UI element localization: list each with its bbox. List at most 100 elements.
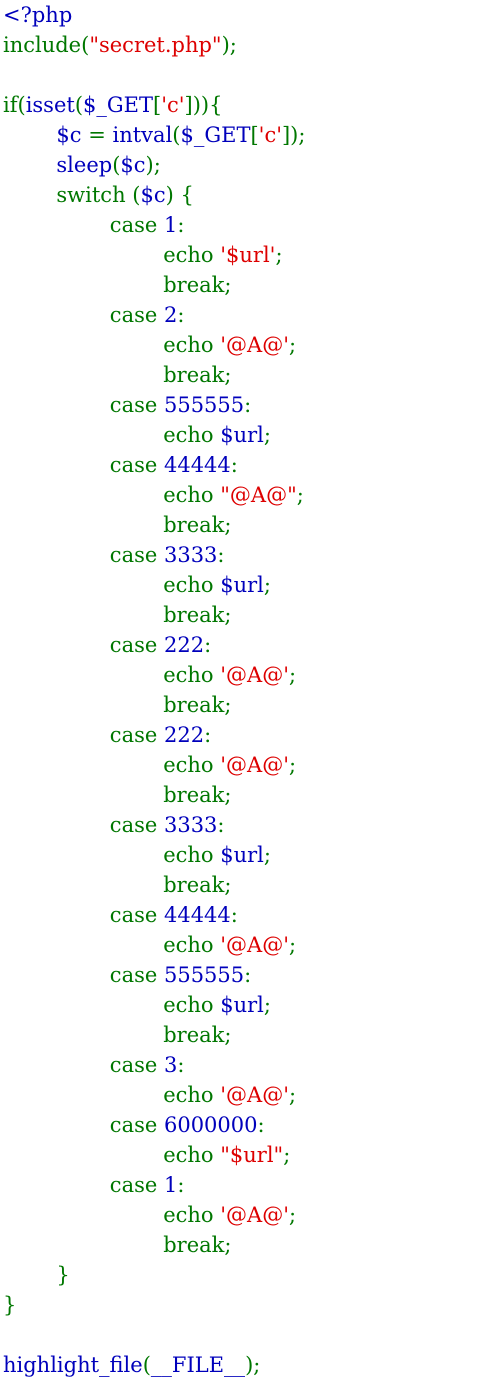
code-token-keyword: ; xyxy=(263,423,271,447)
code-line: echo $url; xyxy=(3,840,305,870)
code-token-keyword: : xyxy=(177,213,185,237)
code-token-string: '@A@' xyxy=(220,333,289,357)
code-line: break; xyxy=(3,510,305,540)
code-token-keyword: break; xyxy=(3,873,232,897)
code-line: echo $url; xyxy=(3,420,305,450)
code-line: echo '@A@'; xyxy=(3,750,305,780)
code-token-variable: 1 xyxy=(163,213,178,237)
code-token-variable: isset xyxy=(25,93,75,117)
code-token-keyword: ; xyxy=(263,573,271,597)
code-line: sleep($c); xyxy=(3,150,305,180)
code-token-keyword: : xyxy=(230,903,238,927)
code-token-keyword: case xyxy=(3,813,164,837)
code-line: echo '@A@'; xyxy=(3,930,305,960)
code-token-variable: intval xyxy=(112,123,173,147)
code-token-keyword: break; xyxy=(3,363,232,387)
highlighted-source-code: <?php include("secret.php"); if(isset($_GE… xyxy=(3,0,305,1380)
code-token-keyword: ; xyxy=(288,753,297,777)
code-line: break; xyxy=(3,600,305,630)
code-token-keyword: case xyxy=(3,963,164,987)
code-line: case 3333: xyxy=(3,540,305,570)
code-token-keyword: ; xyxy=(263,843,271,867)
code-token-keyword: break; xyxy=(3,1023,232,1047)
code-line: case 2: xyxy=(3,300,305,330)
code-token-keyword: if( xyxy=(3,93,26,117)
code-token-keyword: ( xyxy=(74,93,84,117)
code-token-keyword: : xyxy=(244,393,252,417)
code-token-variable: __FILE__ xyxy=(150,1353,246,1377)
code-token-keyword: : xyxy=(244,963,252,987)
code-token-string: 'c' xyxy=(258,123,282,147)
code-token-variable: 555555 xyxy=(163,963,245,987)
code-token-keyword: break; xyxy=(3,513,232,537)
code-token-keyword: echo xyxy=(3,1083,221,1107)
code-line: echo "$url"; xyxy=(3,1140,305,1170)
code-token-keyword: case xyxy=(3,303,164,327)
code-token-keyword: case xyxy=(3,1113,164,1137)
code-token-string: '@A@' xyxy=(220,1203,289,1227)
code-line: case 44444: xyxy=(3,450,305,480)
code-token-keyword: [ xyxy=(250,123,259,147)
code-token-string: '@A@' xyxy=(220,933,289,957)
code-line: echo $url; xyxy=(3,990,305,1020)
code-token-string: '@A@' xyxy=(220,663,289,687)
code-line: echo '$url'; xyxy=(3,240,305,270)
code-line: echo '@A@'; xyxy=(3,330,305,360)
code-token-keyword: ); xyxy=(145,153,161,177)
code-token-variable: 222 xyxy=(163,723,205,747)
code-token-keyword: ; xyxy=(296,483,304,507)
code-token-keyword: echo xyxy=(3,1203,221,1227)
code-token-keyword: ; xyxy=(288,663,297,687)
code-token-string: 'c' xyxy=(161,93,185,117)
code-token-variable: 555555 xyxy=(163,393,245,417)
code-line: break; xyxy=(3,1230,305,1260)
code-token-keyword: case xyxy=(3,723,164,747)
code-token-keyword: ( xyxy=(142,1353,151,1377)
code-line: case 3: xyxy=(3,1050,305,1080)
code-token-keyword: ; xyxy=(288,1083,297,1107)
code-token-keyword: ])){ xyxy=(184,93,223,117)
code-token-variable: 3333 xyxy=(163,813,218,837)
code-token-string: "@A@" xyxy=(220,483,297,507)
code-line: case 1: xyxy=(3,210,305,240)
code-line: break; xyxy=(3,360,305,390)
code-token-keyword: ; xyxy=(288,933,297,957)
code-token-variable: $url xyxy=(220,843,264,867)
code-token-keyword: switch xyxy=(3,183,133,207)
code-token-keyword: echo xyxy=(3,663,221,687)
code-token-keyword xyxy=(3,123,56,147)
code-line: } xyxy=(3,1290,305,1320)
code-token-keyword: : xyxy=(177,1053,185,1077)
code-token-string: '@A@' xyxy=(220,1083,289,1107)
code-token-variable: $c xyxy=(120,153,146,177)
code-token-keyword: ) { xyxy=(165,183,194,207)
code-token-variable: $c xyxy=(140,183,166,207)
code-line: case 1: xyxy=(3,1170,305,1200)
code-token-variable: sleep xyxy=(56,153,113,177)
code-token-variable: 6000000 xyxy=(163,1113,258,1137)
code-token-keyword: : xyxy=(204,633,212,657)
code-token-keyword: ]); xyxy=(281,123,306,147)
code-token-keyword: echo xyxy=(3,423,221,447)
code-token-keyword: : xyxy=(217,543,225,567)
code-line: case 3333: xyxy=(3,810,305,840)
code-line: break; xyxy=(3,1020,305,1050)
code-token-keyword: echo xyxy=(3,843,221,867)
code-token-keyword: case xyxy=(3,393,164,417)
code-token-keyword: echo xyxy=(3,993,221,1017)
code-line: echo "@A@"; xyxy=(3,480,305,510)
code-token-variable: 2 xyxy=(163,303,178,327)
code-token-keyword: case xyxy=(3,633,164,657)
code-line: } xyxy=(3,1260,305,1290)
code-token-keyword: case xyxy=(3,453,164,477)
code-token-keyword: case xyxy=(3,213,164,237)
code-token-variable: 222 xyxy=(163,633,205,657)
code-line: include("secret.php"); xyxy=(3,30,305,60)
code-token-keyword: echo xyxy=(3,333,221,357)
code-token-variable: <?php xyxy=(3,3,73,27)
code-token-variable: 3 xyxy=(163,1053,178,1077)
code-line: echo '@A@'; xyxy=(3,1200,305,1230)
code-token-variable: $url xyxy=(220,573,264,597)
